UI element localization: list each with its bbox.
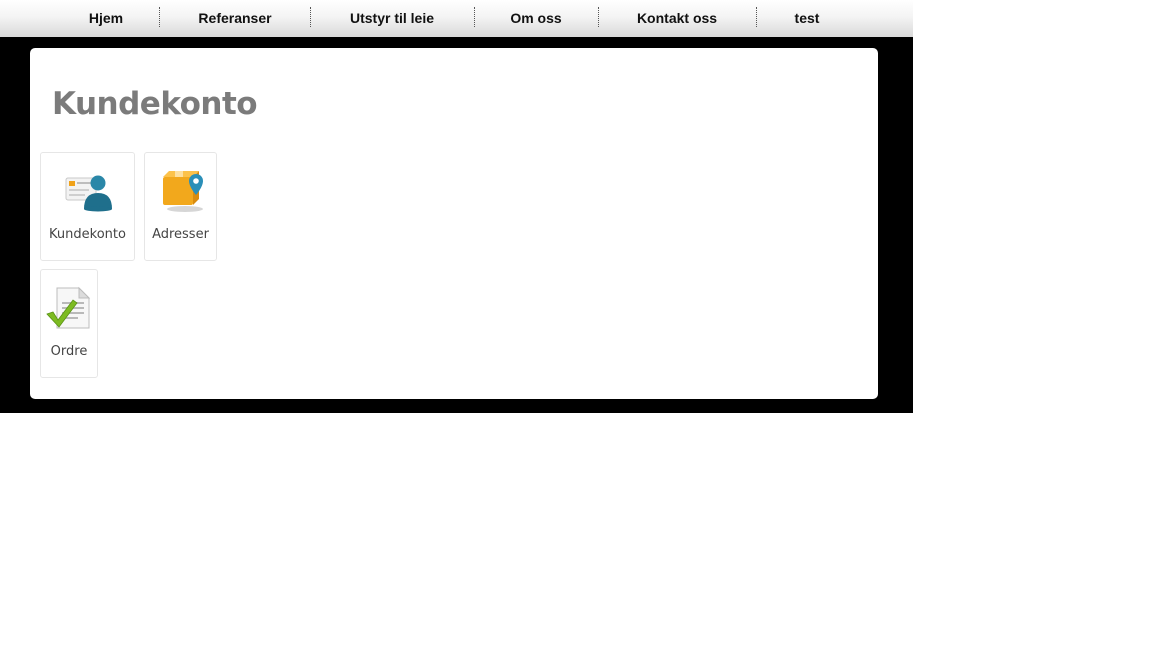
tile-label: Kundekonto (49, 227, 126, 242)
nav-separator (310, 7, 311, 27)
nav-separator (159, 7, 160, 27)
content-panel: Kundekonto Kundekonto Adresser Ordre (30, 48, 878, 399)
nav-separator (756, 7, 757, 27)
nav-item-kontakt-oss[interactable]: Kontakt oss (610, 0, 744, 37)
nav-item-test[interactable]: test (768, 0, 846, 37)
tile-label: Ordre (50, 344, 88, 359)
tile-label: Adresser (152, 227, 209, 242)
nav-separator (598, 7, 599, 27)
page-title: Kundekonto (52, 86, 258, 122)
order-document-check-icon (46, 286, 91, 329)
user-card-icon (65, 175, 112, 212)
nav-item-hjem[interactable]: Hjem (66, 0, 146, 37)
site-wrapper: Hjem Referanser Utstyr til leie Om oss K… (0, 0, 913, 413)
tile-adresser[interactable]: Adresser (144, 152, 217, 261)
top-navigation-bar: Hjem Referanser Utstyr til leie Om oss K… (0, 0, 913, 37)
nav-separator (474, 7, 475, 27)
nav-item-referanser[interactable]: Referanser (172, 0, 298, 37)
tile-kundekonto[interactable]: Kundekonto (40, 152, 135, 261)
tile-ordre[interactable]: Ordre (40, 269, 98, 378)
nav-item-utstyr-til-leie[interactable]: Utstyr til leie (322, 0, 462, 37)
address-box-pin-icon (162, 171, 203, 212)
nav-item-om-oss[interactable]: Om oss (486, 0, 586, 37)
